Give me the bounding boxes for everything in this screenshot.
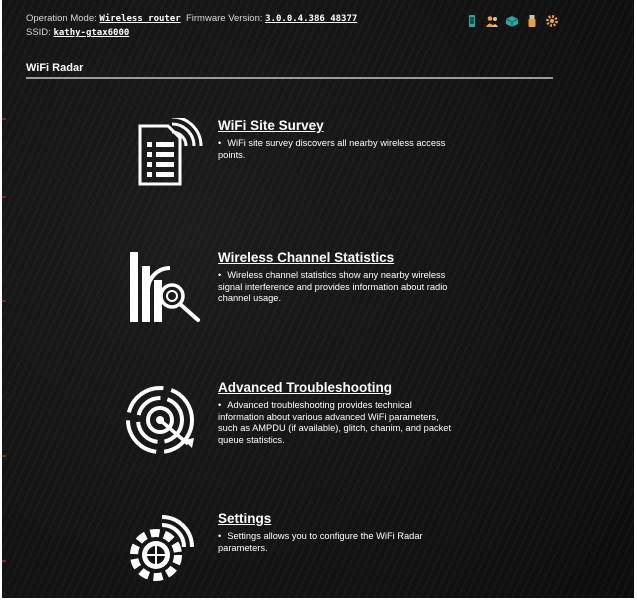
edge-mark xyxy=(2,560,6,562)
network-icon[interactable] xyxy=(505,14,519,28)
description-text: Advanced troubleshooting provides techni… xyxy=(218,400,452,445)
settings-description: • Settings allows you to configure the Wi… xyxy=(218,531,458,554)
description-text: Settings allows you to configure the WiF… xyxy=(218,531,423,553)
operation-mode-link[interactable]: Wireless router xyxy=(99,14,180,24)
site-survey-icon[interactable] xyxy=(122,115,204,200)
edge-mark xyxy=(2,455,6,457)
bullet: • xyxy=(218,531,222,541)
page-background: Operation Mode: Wireless router Firmware… xyxy=(2,0,634,598)
bullet: • xyxy=(218,270,222,280)
settings-icon[interactable] xyxy=(122,511,204,593)
settings-link[interactable]: Settings xyxy=(218,511,271,526)
status-icons xyxy=(465,14,559,28)
site-survey-link[interactable]: WiFi Site Survey xyxy=(218,118,324,133)
edge-mark xyxy=(2,196,6,198)
description-text: WiFi site survey discovers all nearby wi… xyxy=(218,138,446,160)
troubleshooting-target-icon[interactable] xyxy=(122,380,204,462)
page-title: WiFi Radar xyxy=(26,62,84,74)
description-text: Wireless channel statistics show any nea… xyxy=(218,270,448,303)
mobile-device-icon[interactable] xyxy=(465,14,479,28)
ssid-link[interactable]: kathy-gtax6000 xyxy=(53,28,129,38)
channel-statistics-icon[interactable] xyxy=(122,250,204,332)
bullet: • xyxy=(218,400,222,410)
firmware-label: Firmware Version: xyxy=(185,13,263,24)
edge-mark xyxy=(2,300,6,302)
edge-mark xyxy=(2,118,6,120)
bullet: • xyxy=(218,138,222,148)
firmware-version-link[interactable]: 3.0.0.4.386_48377 xyxy=(265,14,357,24)
channel-statistics-link[interactable]: Wireless Channel Statistics xyxy=(218,250,394,265)
status-header: Operation Mode: Wireless router Firmware… xyxy=(26,12,357,40)
users-icon[interactable] xyxy=(485,14,499,28)
title-divider xyxy=(26,77,553,79)
ssid-label: SSID: xyxy=(26,27,51,38)
settings-gear-icon[interactable] xyxy=(545,14,559,28)
site-survey-description: • WiFi site survey discovers all nearby w… xyxy=(218,138,458,161)
usb-icon[interactable] xyxy=(525,14,539,28)
advanced-troubleshooting-description: • Advanced troubleshooting provides techn… xyxy=(218,400,458,446)
advanced-troubleshooting-link[interactable]: Advanced Troubleshooting xyxy=(218,380,392,395)
operation-mode-label: Operation Mode: xyxy=(26,13,97,24)
channel-statistics-description: • Wireless channel statistics show any ne… xyxy=(218,270,458,305)
